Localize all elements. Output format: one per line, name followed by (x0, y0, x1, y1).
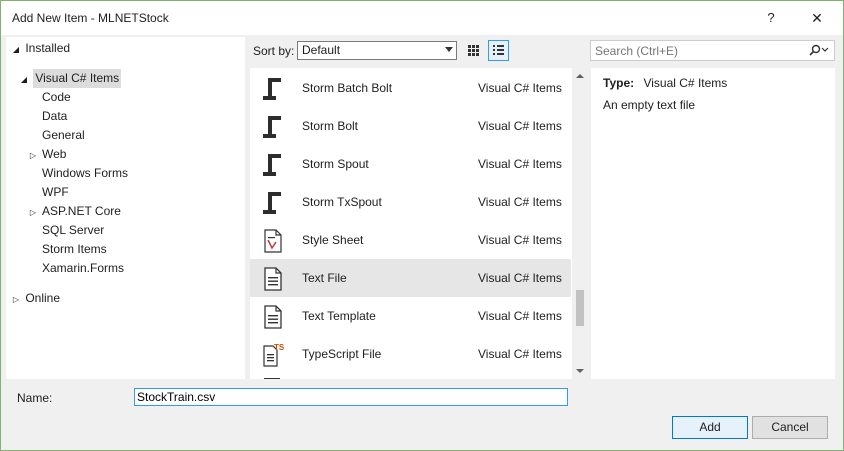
help-button[interactable]: ? (753, 5, 789, 31)
list-item[interactable]: Text File Visual C# Items (250, 259, 571, 297)
list-item[interactable]: TS TypeScript File Visual C# Items (250, 335, 571, 373)
scroll-thumb[interactable] (576, 290, 584, 326)
expanded-arrow-icon[interactable]: ◢ (18, 70, 30, 89)
tree-item-xamarin-forms[interactable]: Xamarin.Forms (42, 259, 124, 278)
tree-label: SQL Server (42, 223, 105, 237)
tree-label: Code (42, 90, 71, 104)
tree-label: Windows Forms (42, 166, 129, 180)
tree-item-web[interactable]: ▷ Web (30, 145, 67, 164)
close-button[interactable]: ✕ (799, 5, 835, 31)
list-item[interactable]: Storm Spout Visual C# Items (250, 145, 571, 183)
tree-label: Data (42, 109, 68, 123)
template-tree: ◢ Installed ◢ Visual C# Items Code Data Ge… (6, 37, 245, 379)
text-template-icon (264, 305, 282, 329)
tree-label: ASP.NET Core (42, 204, 121, 218)
item-list: Storm Batch Bolt Visual C# Items Storm Bol… (250, 68, 588, 379)
add-new-item-dialog: Add New Item - MLNETStock ? ✕ ◢ Installe… (0, 0, 844, 451)
sort-value: Default (302, 43, 341, 57)
storm-icon (263, 116, 281, 138)
small-icons-view-button[interactable] (463, 40, 484, 61)
list-item[interactable]: Text Template Visual C# Items (250, 297, 571, 335)
tree-item-sql-server[interactable]: SQL Server (42, 221, 104, 240)
tree-item-visual-csharp[interactable]: ◢ Visual C# Items (18, 69, 122, 89)
storm-icon (263, 154, 281, 176)
collapsed-arrow-icon[interactable]: ▷ (27, 146, 39, 165)
stylesheet-icon (264, 229, 282, 253)
tree-label: Online (25, 291, 61, 305)
item-name: Storm TxSpout (302, 195, 382, 209)
type-value: Visual C# Items (643, 76, 728, 90)
description-panel: Type: Visual C# Items An empty text file (591, 68, 835, 379)
scroll-up-arrow-icon[interactable] (572, 68, 588, 84)
search-icon[interactable] (808, 44, 830, 58)
tree-item-code[interactable]: Code (42, 88, 71, 107)
title-bar: Add New Item - MLNETStock ? ✕ (1, 1, 843, 35)
tree-item-asp-net-core[interactable]: ▷ ASP.NET Core (30, 202, 121, 221)
list-item[interactable]: Storm Batch Bolt Visual C# Items (250, 69, 571, 107)
partial-item-icon (264, 378, 280, 379)
item-name: Storm Batch Bolt (302, 81, 393, 95)
item-category: Visual C# Items (478, 119, 562, 133)
item-name: Storm Bolt (302, 119, 359, 133)
item-category: Visual C# Items (478, 233, 562, 247)
list-item[interactable]: Storm TxSpout Visual C# Items (250, 183, 571, 221)
cancel-button[interactable]: Cancel (752, 416, 828, 439)
storm-icon (263, 78, 281, 100)
item-category: Visual C# Items (478, 271, 562, 285)
tree-item-wpf[interactable]: WPF (42, 183, 69, 202)
item-name: Storm Spout (302, 157, 369, 171)
item-name: TypeScript File (302, 347, 382, 361)
tree-label: WPF (42, 185, 69, 199)
list-item[interactable]: Style Sheet Visual C# Items (250, 221, 571, 259)
tree-label: Installed (25, 41, 71, 55)
description-text: An empty text file (603, 98, 696, 112)
item-category: Visual C# Items (478, 157, 562, 171)
tree-label: Web (42, 147, 67, 161)
scroll-down-arrow-icon[interactable] (572, 363, 588, 379)
tree-item-data[interactable]: Data (42, 107, 67, 126)
expanded-arrow-icon[interactable]: ◢ (10, 40, 22, 59)
list-view-icon (493, 45, 504, 55)
tree-item-storm-items[interactable]: Storm Items (42, 240, 107, 259)
typescript-file-icon: TS (263, 343, 285, 367)
name-input[interactable] (134, 388, 568, 406)
tree-item-online[interactable]: ▷ Online (10, 289, 60, 308)
list-item[interactable]: Storm Bolt Visual C# Items (250, 107, 571, 145)
sort-dropdown[interactable]: Default (297, 41, 457, 60)
window-title: Add New Item - MLNETStock (12, 11, 169, 25)
collapsed-arrow-icon[interactable]: ▷ (10, 290, 22, 309)
collapsed-arrow-icon[interactable]: ▷ (27, 203, 39, 222)
item-name: Text File (302, 271, 347, 285)
tree-item-general[interactable]: General (42, 126, 85, 145)
item-category: Visual C# Items (478, 195, 562, 209)
tree-label: Xamarin.Forms (42, 261, 125, 275)
item-category: Visual C# Items (478, 81, 562, 95)
chevron-down-icon (445, 47, 453, 52)
item-category: Visual C# Items (478, 347, 562, 361)
list-view-button[interactable] (488, 40, 509, 61)
type-label: Type: (603, 76, 635, 90)
search-box[interactable] (590, 40, 835, 61)
add-button[interactable]: Add (672, 416, 748, 439)
search-input[interactable] (595, 44, 795, 58)
item-category: Visual C# Items (478, 309, 562, 323)
item-name: Text Template (302, 309, 376, 323)
storm-icon (263, 192, 281, 214)
text-file-icon (264, 267, 282, 291)
item-name: Style Sheet (302, 233, 364, 247)
grid-view-icon (468, 45, 479, 56)
type-row: Type: Visual C# Items (603, 76, 727, 90)
tree-item-windows-forms[interactable]: Windows Forms (42, 164, 128, 183)
list-scrollbar[interactable] (572, 68, 588, 379)
sort-by-label: Sort by: (253, 44, 295, 58)
tree-label: Storm Items (42, 242, 107, 256)
name-label: Name: (17, 391, 53, 405)
svg-text:TS: TS (274, 343, 285, 352)
tree-item-installed[interactable]: ◢ Installed (10, 39, 70, 58)
tree-label: Visual C# Items (33, 69, 122, 88)
tree-label: General (42, 128, 85, 142)
